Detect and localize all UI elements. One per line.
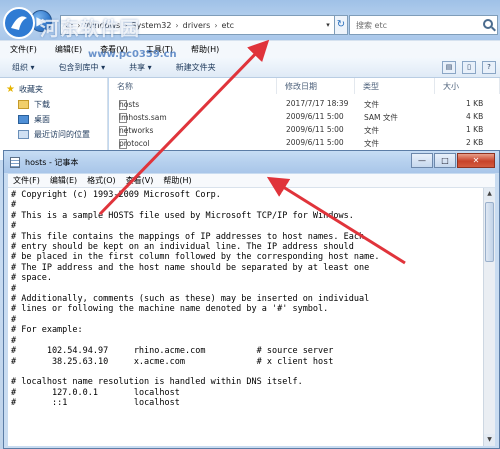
file-row-protocol[interactable]: protocol 2009/6/11 5:00 文件 2 KB	[109, 137, 500, 150]
maximize-button[interactable]: □	[434, 153, 456, 168]
file-name: protocol	[119, 139, 150, 148]
watermark-site-name: 河东软件园	[40, 18, 141, 40]
text-editor[interactable]: # Copyright (c) 1993-2009 Microsoft Corp…	[8, 188, 483, 446]
file-name: lmhosts.sam	[119, 113, 167, 122]
window-title: hosts - 记事本	[25, 157, 79, 167]
explorer-menubar: 文件(F) 编辑(E) 查看(V) 工具(T) 帮助(H)	[0, 40, 500, 58]
nav-item-label: 下载	[34, 100, 50, 109]
window-controls: — □ ✕	[410, 153, 495, 168]
address-crumb[interactable]: drivers	[179, 21, 215, 30]
watermark-url: www.pc0359.cn	[88, 49, 177, 60]
explorer-toolbar: 组织 ▾ 包含到库中 ▾ 共享 ▾ 新建文件夹 ▤ ▯ ?	[0, 58, 500, 78]
file-type: 文件	[364, 126, 379, 135]
refresh-icon[interactable]: ↻	[334, 15, 348, 35]
favorites-label: 收藏夹	[18, 85, 43, 94]
file-size: 1 KB	[466, 125, 484, 134]
new-folder-button[interactable]: 新建文件夹	[164, 62, 228, 73]
file-size: 1 KB	[466, 99, 484, 108]
menu-file[interactable]: 文件(F)	[10, 44, 37, 55]
view-options-icon[interactable]: ▤	[442, 61, 456, 74]
search-icon[interactable]	[483, 19, 493, 29]
file-modified: 2017/7/17 18:39	[286, 99, 349, 108]
notepad-titlebar[interactable]: hosts - 记事本 — □ ✕	[4, 151, 499, 173]
notepad-icon	[10, 156, 20, 168]
search-input[interactable]: 搜索 etc	[349, 15, 498, 35]
watermark-logo-icon	[3, 7, 35, 39]
column-header-type[interactable]: 类型	[355, 78, 435, 94]
minimize-button[interactable]: —	[411, 153, 433, 168]
file-size: 4 KB	[466, 112, 484, 121]
organize-button[interactable]: 组织 ▾	[0, 62, 47, 73]
notepad-window: hosts - 记事本 — □ ✕ 文件(F) 编辑(E) 格式(O) 查看(V…	[3, 150, 500, 449]
vertical-scrollbar[interactable]: ▲ ▼	[483, 188, 495, 446]
menu-edit[interactable]: 编辑(E)	[50, 175, 77, 186]
hosts-file-content[interactable]: # Copyright (c) 1993-2009 Microsoft Corp…	[8, 188, 483, 409]
file-size: 2 KB	[466, 138, 484, 147]
column-header-modified[interactable]: 修改日期	[277, 78, 355, 94]
navigation-pane: ★ 收藏夹 下载 桌面 最近访问的位置	[0, 78, 108, 160]
folder-icon	[18, 100, 29, 109]
scrollbar-thumb[interactable]	[485, 202, 494, 262]
menu-view[interactable]: 查看(V)	[126, 175, 154, 186]
address-crumb[interactable]: etc	[218, 21, 238, 30]
file-name: networks	[119, 126, 154, 135]
file-type: 文件	[364, 100, 379, 109]
menu-file[interactable]: 文件(F)	[13, 175, 40, 186]
file-modified: 2009/6/11 5:00	[286, 125, 344, 134]
menu-edit[interactable]: 编辑(E)	[55, 44, 82, 55]
notepad-menubar: 文件(F) 编辑(E) 格式(O) 查看(V) 帮助(H)	[8, 174, 495, 188]
include-in-library-button[interactable]: 包含到库中 ▾	[47, 62, 118, 73]
file-name: hosts	[119, 100, 140, 109]
file-row-lmhosts[interactable]: lmhosts.sam 2009/6/11 5:00 SAM 文件 4 KB	[109, 111, 500, 124]
help-icon[interactable]: ?	[482, 61, 496, 74]
column-header-size[interactable]: 大小	[435, 78, 500, 94]
nav-item-desktop[interactable]: 桌面	[18, 114, 50, 125]
scroll-down-icon[interactable]: ▼	[484, 434, 495, 446]
column-header-name[interactable]: 名称	[109, 78, 277, 94]
file-type: SAM 文件	[364, 113, 398, 122]
address-dropdown-icon[interactable]: ▾	[322, 16, 334, 34]
nav-item-label: 最近访问的位置	[34, 130, 90, 139]
search-placeholder: 搜索 etc	[356, 20, 387, 30]
nav-item-label: 桌面	[34, 115, 50, 124]
share-button[interactable]: 共享 ▾	[117, 62, 164, 73]
preview-pane-icon[interactable]: ▯	[462, 61, 476, 74]
file-row-hosts[interactable]: hosts 2017/7/17 18:39 文件 1 KB	[109, 98, 500, 111]
close-button[interactable]: ✕	[457, 153, 495, 168]
file-modified: 2009/6/11 5:00	[286, 138, 344, 147]
favorites-header[interactable]: ★ 收藏夹	[6, 84, 43, 95]
menu-help[interactable]: 帮助(H)	[191, 44, 219, 55]
recent-places-icon	[18, 130, 29, 139]
nav-item-downloads[interactable]: 下载	[18, 99, 50, 110]
star-icon: ★	[6, 84, 15, 95]
file-modified: 2009/6/11 5:00	[286, 112, 344, 121]
file-type: 文件	[364, 139, 379, 148]
desktop-icon	[18, 115, 29, 124]
scroll-up-icon[interactable]: ▲	[484, 188, 495, 200]
file-list: 名称 修改日期 类型 大小 hosts 2017/7/17 18:39 文件 1…	[109, 78, 500, 160]
file-row-networks[interactable]: networks 2009/6/11 5:00 文件 1 KB	[109, 124, 500, 137]
menu-format[interactable]: 格式(O)	[87, 175, 116, 186]
nav-item-recent[interactable]: 最近访问的位置	[18, 129, 90, 140]
menu-help[interactable]: 帮助(H)	[163, 175, 191, 186]
